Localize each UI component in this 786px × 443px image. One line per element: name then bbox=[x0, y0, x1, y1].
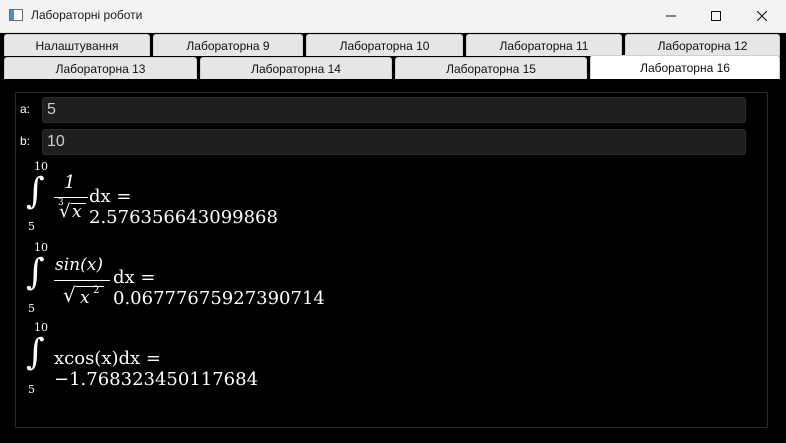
close-icon bbox=[757, 11, 767, 21]
integral-1-lower-limit: 5 bbox=[28, 220, 35, 233]
integral-3-result: xcos(x)dx = −1.768323450117684 bbox=[54, 348, 259, 390]
integral-2-radicand-base: x bbox=[80, 288, 90, 308]
integral-2-root-bar bbox=[76, 286, 104, 287]
b-label: b: bbox=[20, 134, 31, 148]
integral-1-sign: ∫ bbox=[26, 171, 45, 212]
integral-2-root-sign: √ bbox=[63, 283, 76, 307]
integral-1-radicand: x bbox=[72, 202, 82, 222]
window-title: Лабораторні роботи bbox=[31, 8, 143, 22]
a-input[interactable] bbox=[42, 97, 746, 123]
maximize-button[interactable] bbox=[693, 0, 739, 32]
tab-lab-14[interactable]: Лабораторна 14 bbox=[200, 57, 392, 79]
tab-row-1: Налаштування Лабораторна 9 Лабораторна 1… bbox=[0, 34, 786, 56]
minimize-icon bbox=[666, 15, 676, 17]
tab-lab-10[interactable]: Лабораторна 10 bbox=[306, 34, 463, 56]
app-icon bbox=[9, 9, 23, 21]
a-label: a: bbox=[20, 102, 31, 116]
integral-1-result: dx = 2.576356643099868 bbox=[89, 186, 278, 228]
title-bar: Лабораторні роботи bbox=[0, 0, 786, 33]
tab-lab-15[interactable]: Лабораторна 15 bbox=[395, 57, 587, 79]
tab-lab-13[interactable]: Лабораторна 13 bbox=[4, 57, 197, 79]
integral-2-radicand-exponent: 2 bbox=[93, 285, 100, 296]
integral-3-sign: ∫ bbox=[26, 332, 45, 373]
integral-1-numerator: 1 bbox=[64, 172, 76, 193]
b-input[interactable] bbox=[42, 129, 746, 155]
app-window: Лабораторні роботи Налаштування Лаборато… bbox=[0, 0, 786, 443]
minimize-button[interactable] bbox=[648, 0, 694, 32]
tab-lab-9[interactable]: Лабораторна 9 bbox=[153, 34, 303, 56]
integral-1-root-sign: √ bbox=[59, 201, 71, 222]
tab-row-2: Лабораторна 13 Лабораторна 14 Лабораторн… bbox=[0, 55, 786, 79]
integral-2-lower-limit: 5 bbox=[28, 302, 35, 315]
tab-lab-12[interactable]: Лабораторна 12 bbox=[625, 34, 780, 56]
integral-2-result: dx = 0.06777675927390714 bbox=[113, 267, 325, 309]
integral-2-sign: ∫ bbox=[26, 252, 45, 293]
close-button[interactable] bbox=[739, 0, 785, 32]
maximize-icon bbox=[711, 11, 721, 21]
tab-lab-11[interactable]: Лабораторна 11 bbox=[466, 34, 622, 56]
integral-3-lower-limit: 5 bbox=[28, 383, 35, 396]
tab-settings[interactable]: Налаштування bbox=[4, 34, 150, 56]
integral-2-fraction-bar bbox=[54, 280, 110, 281]
integral-2-numerator: sin(x) bbox=[55, 255, 103, 275]
tab-lab-16[interactable]: Лабораторна 16 bbox=[590, 55, 780, 79]
